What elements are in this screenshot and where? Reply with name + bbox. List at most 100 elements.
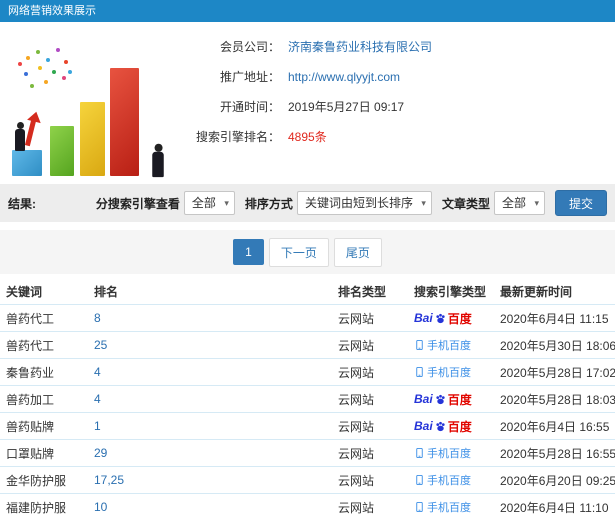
businessman-figure-left <box>14 122 26 152</box>
updated-cell: 2020年5月28日 17:02 <box>500 365 615 380</box>
open-time-value: 2019年5月27日 09:17 <box>288 100 405 114</box>
baidu-paw-icon <box>436 394 445 404</box>
keyword-cell: 兽药贴牌 <box>6 419 55 434</box>
rank-link[interactable]: 25 <box>88 338 332 352</box>
page-number-current[interactable]: 1 <box>233 239 264 265</box>
table-body: 兽药代工 8 云网站 Bai 百度 2020年6月4日 11:15 兽药代工 25… <box>0 304 615 520</box>
last-page-button[interactable]: 尾页 <box>333 237 382 267</box>
updated-cell: 2020年6月4日 11:10 <box>500 500 609 515</box>
updated-cell: 2020年6月4日 11:15 <box>500 311 609 326</box>
table-row: 秦鲁药业 4 云网站 手机百度 2020年5月28日 17:02 <box>0 358 615 385</box>
col-rank-type: 排名类型 <box>338 284 387 299</box>
keyword-cell: 口罩贴牌 <box>6 446 55 461</box>
mobile-phone-icon <box>416 501 423 513</box>
company-link[interactable]: 济南秦鲁药业科技有限公司 <box>288 38 432 55</box>
rank-type-cell: 云网站 <box>338 446 375 461</box>
col-keyword: 关键词 <box>6 284 43 299</box>
growth-arrow-icon <box>24 119 37 147</box>
chart-bar-blue <box>12 150 42 176</box>
rank-link[interactable]: 4 <box>88 365 332 379</box>
next-page-button[interactable]: 下一页 <box>268 237 329 267</box>
mobile-baidu-label: 手机百度 <box>427 367 471 379</box>
article-type-select[interactable]: 全部 ▾ <box>493 191 545 215</box>
rank-type-cell: 云网站 <box>338 473 375 488</box>
updated-cell: 2020年5月28日 18:03 <box>500 392 615 407</box>
mobile-phone-icon <box>416 447 423 459</box>
col-updated: 最新更新时间 <box>500 284 573 299</box>
rank-type-cell: 云网站 <box>338 419 375 434</box>
table-row: 兽药代工 8 云网站 Bai 百度 2020年6月4日 11:15 <box>0 304 615 331</box>
chevron-down-icon: ▾ <box>224 198 229 208</box>
engine-cell: Bai 百度 <box>408 310 494 327</box>
page-title-bar: 网络营销效果展示 <box>0 0 615 22</box>
updated-cell: 2020年5月28日 16:55 <box>500 446 615 461</box>
page-title: 网络营销效果展示 <box>8 5 96 17</box>
open-time-label: 开通时间： <box>219 100 280 114</box>
businessman-figure-right <box>151 143 165 179</box>
ranking-count-value: 4895条 <box>288 130 327 144</box>
baidu-logo-cn: 百度 <box>447 311 472 326</box>
filter-controls: 分搜索引擎查看 全部 ▾ 排序方式 关键词由短到长排序 ▾ 文章类型 全部 ▾ … <box>86 190 607 216</box>
mobile-baidu-label: 手机百度 <box>427 340 471 352</box>
keyword-cell: 秦鲁药业 <box>6 365 55 380</box>
engine-cell: 手机百度 <box>408 337 494 353</box>
sort-filter-value: 关键词由短到长排序 <box>304 196 413 210</box>
rank-link[interactable]: 10 <box>88 500 332 514</box>
chart-bar-red <box>110 68 139 176</box>
updated-cell: 2020年6月20日 09:25 <box>500 473 615 488</box>
updated-cell: 2020年6月4日 16:55 <box>500 419 610 434</box>
baidu-logo: Bai <box>414 419 433 433</box>
article-type-value: 全部 <box>501 196 526 210</box>
rank-link[interactable]: 29 <box>88 446 332 460</box>
rank-type-cell: 云网站 <box>338 392 375 407</box>
keyword-cell: 金华防护服 <box>6 473 67 488</box>
engine-cell: 手机百度 <box>408 472 494 488</box>
promo-url-link[interactable]: http://www.qlyyjt.com <box>288 70 400 84</box>
sort-filter-label: 排序方式 <box>244 196 293 211</box>
chart-bar-yellow <box>80 102 105 176</box>
table-row: 兽药代工 25 云网站 手机百度 2020年5月30日 18:06 <box>0 331 615 358</box>
baidu-logo-cn: 百度 <box>447 392 472 407</box>
keyword-cell: 兽药代工 <box>6 338 55 353</box>
pagination: 1 下一页 尾页 <box>0 230 615 274</box>
table-header: 关键词 排名 排名类型 搜索引擎类型 最新更新时间 <box>0 278 615 304</box>
submit-button[interactable]: 提交 <box>554 190 607 216</box>
rank-link[interactable]: 8 <box>88 311 332 325</box>
baidu-logo: Bai <box>414 392 433 406</box>
table-row: 福建防护服 10 云网站 手机百度 2020年6月4日 11:10 <box>0 493 615 520</box>
chart-bar-green <box>50 126 74 176</box>
updated-cell: 2020年5月30日 18:06 <box>500 338 615 353</box>
baidu-paw-icon <box>436 313 445 323</box>
rank-link[interactable]: 17,25 <box>88 473 332 487</box>
result-label: 结果: <box>8 196 36 211</box>
member-info-section: 会员公司： 济南秦鲁药业科技有限公司 推广地址： http://www.qlyy… <box>0 22 615 184</box>
marketing-chart-illustration <box>4 30 184 180</box>
keyword-cell: 福建防护服 <box>6 500 67 515</box>
company-label: 会员公司： <box>219 40 280 54</box>
table-row: 金华防护服 17,25 云网站 手机百度 2020年6月20日 09:25 <box>0 466 615 493</box>
mobile-baidu-label: 手机百度 <box>427 502 471 514</box>
article-type-label: 文章类型 <box>441 196 490 211</box>
mobile-baidu-label: 手机百度 <box>427 448 471 460</box>
rank-type-cell: 云网站 <box>338 365 375 380</box>
table-row: 口罩贴牌 29 云网站 手机百度 2020年5月28日 16:55 <box>0 439 615 466</box>
col-rank: 排名 <box>94 284 119 299</box>
ranking-count-label: 搜索引擎排名： <box>195 130 280 144</box>
baidu-logo: Bai <box>414 311 433 325</box>
promo-url-label: 推广地址： <box>219 70 280 84</box>
rank-link[interactable]: 1 <box>88 419 332 433</box>
engine-cell: 手机百度 <box>408 445 494 461</box>
table-row: 兽药贴牌 1 云网站 Bai 百度 2020年6月4日 16:55 <box>0 412 615 439</box>
baidu-paw-icon <box>436 421 445 431</box>
engine-cell: 手机百度 <box>408 499 494 515</box>
rank-type-cell: 云网站 <box>338 338 375 353</box>
engine-cell: Bai 百度 <box>408 418 494 435</box>
member-meta: 会员公司： 济南秦鲁药业科技有限公司 推广地址： http://www.qlyy… <box>184 30 615 184</box>
engine-cell: Bai 百度 <box>408 391 494 408</box>
engine-filter-select[interactable]: 全部 ▾ <box>183 191 235 215</box>
sort-filter-select[interactable]: 关键词由短到长排序 ▾ <box>296 191 432 215</box>
rank-link[interactable]: 4 <box>88 392 332 406</box>
chevron-down-icon: ▾ <box>421 198 426 208</box>
rank-type-cell: 云网站 <box>338 500 375 515</box>
mobile-phone-icon <box>416 474 423 486</box>
